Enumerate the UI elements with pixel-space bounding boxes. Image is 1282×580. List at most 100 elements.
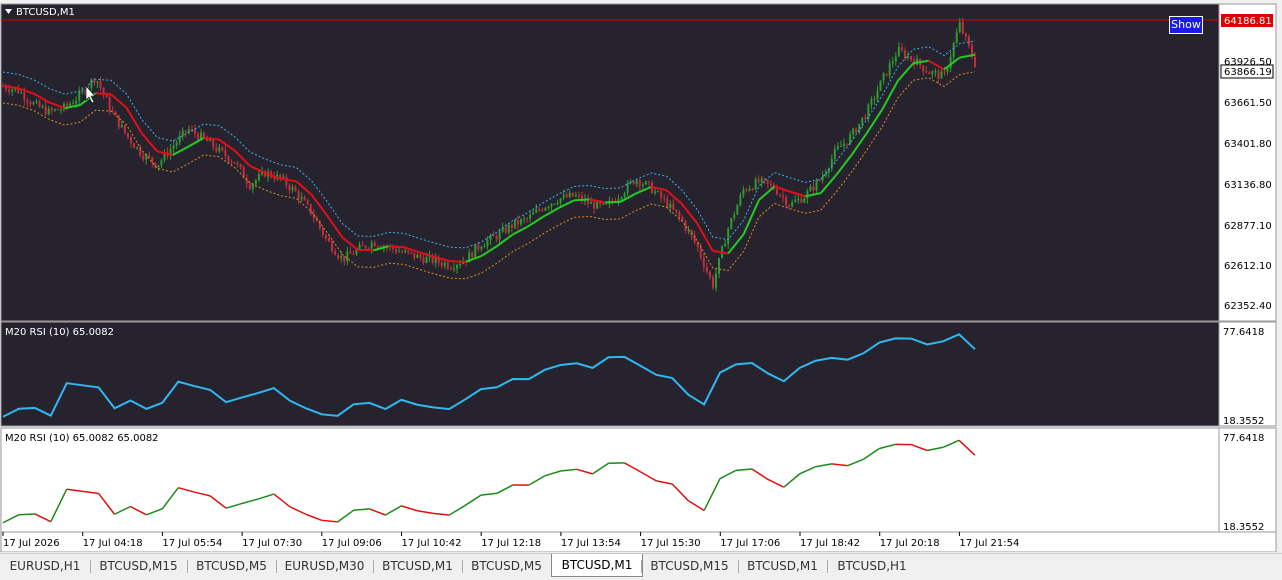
candle-body (959, 22, 961, 32)
time-label: 17 Jul 10:42 (402, 538, 462, 549)
candle-body (227, 156, 229, 161)
candle-body (660, 191, 662, 198)
candle-body (194, 129, 196, 134)
candle-body (474, 245, 476, 257)
candle-body (736, 205, 738, 214)
candle-body (803, 199, 805, 203)
candle-body (36, 101, 38, 102)
candle-body (209, 140, 211, 142)
rsi-panel-2[interactable] (1, 428, 1219, 532)
candle-body (337, 255, 339, 258)
candle-body (554, 204, 556, 205)
tab-btcusd-m15[interactable]: BTCUSD,M15 (641, 556, 738, 576)
time-label: 17 Jul 04:18 (83, 538, 143, 549)
candle-body (39, 101, 41, 107)
chart-area[interactable]: BTCUSD,M1 64186.81 63926.50 63866.19 636… (0, 0, 1282, 552)
candle-body (130, 137, 132, 143)
candle-body (447, 263, 449, 269)
candle-body (901, 47, 903, 50)
candle-body (401, 251, 403, 252)
candle-body (523, 218, 525, 219)
candle-body (755, 179, 757, 189)
tab-btcusd-m1[interactable]: BTCUSD,M1 (551, 554, 643, 577)
rsi-panel-1[interactable] (1, 322, 1219, 426)
candle-body (703, 257, 705, 266)
candle-body (322, 228, 324, 235)
candle-body (657, 191, 659, 192)
candle-body (203, 132, 205, 137)
candle-body (371, 243, 373, 249)
candle-body (910, 56, 912, 60)
candle-body (852, 129, 854, 135)
candle-body (855, 129, 857, 133)
candle-body (325, 235, 327, 238)
tab-btcusd-m5[interactable]: BTCUSD,M5 (187, 556, 276, 576)
candle-body (416, 255, 418, 258)
candle-body (496, 236, 498, 239)
candle-body (29, 102, 31, 104)
candle-body (947, 68, 949, 72)
tab-eurusd-h1[interactable]: EURUSD,H1 (0, 556, 90, 576)
time-label: 17 Jul 05:54 (162, 538, 222, 549)
candle-body (78, 92, 80, 101)
candle-body (928, 72, 930, 74)
rsi-1-min-label: 18.3552 (1223, 416, 1264, 427)
candle-body (176, 143, 178, 146)
main-price-axis (1219, 4, 1276, 321)
chart-svg[interactable]: BTCUSD,M1 64186.81 63926.50 63866.19 636… (0, 0, 1282, 552)
candle-body (520, 219, 522, 224)
candle-body (937, 71, 939, 78)
candle-body (291, 187, 293, 190)
candle-body (310, 204, 312, 214)
candle-body (529, 215, 531, 219)
candle-body (255, 180, 257, 184)
candle-body (298, 191, 300, 199)
candle-body (560, 198, 562, 203)
tab-btcusd-h1[interactable]: BTCUSD,H1 (827, 556, 917, 576)
candle-body (837, 146, 839, 149)
tab-eurusd-m30[interactable]: EURUSD,M30 (276, 556, 373, 576)
candle-body (422, 258, 424, 263)
rsi-1-title: M20 RSI (10) 65.0082 (5, 327, 114, 338)
tab-btcusd-m1[interactable]: BTCUSD,M1 (738, 556, 827, 576)
candle-body (566, 195, 568, 198)
symbol-tab-bar: EURUSD,H1BTCUSD,M15BTCUSD,M5EURUSD,M30BT… (0, 553, 1282, 580)
candle-body (834, 149, 836, 159)
price-label: 63401.80 (1224, 139, 1272, 150)
candle-body (816, 180, 818, 190)
candle-body (441, 263, 443, 266)
candle-body (42, 106, 44, 107)
candle-body (742, 190, 744, 196)
candle-body (925, 71, 927, 72)
candle-body (602, 204, 604, 205)
time-label: 17 Jul 18:42 (800, 538, 860, 549)
candle-body (459, 264, 461, 265)
candle-body (517, 220, 519, 225)
candle-body (557, 203, 559, 204)
candle-body (395, 249, 397, 252)
candle-body (639, 180, 641, 185)
candle-body (100, 81, 102, 88)
candle-body (456, 265, 458, 268)
candle-body (182, 131, 184, 136)
show-button[interactable]: Show (1169, 16, 1203, 34)
candle-body (672, 204, 674, 210)
rsi-2-title: M20 RSI (10) 65.0082 65.0082 (5, 433, 159, 444)
tab-btcusd-m1[interactable]: BTCUSD,M1 (373, 556, 462, 576)
candle-body (526, 218, 528, 219)
candle-body (54, 109, 56, 110)
time-label: 17 Jul 07:30 (242, 538, 302, 549)
candle-body (840, 146, 842, 147)
ma-segment (605, 202, 620, 203)
candle-body (121, 125, 123, 127)
tab-btcusd-m5[interactable]: BTCUSD,M5 (462, 556, 551, 576)
candle-body (965, 33, 967, 36)
candle-body (654, 191, 656, 193)
candle-body (800, 199, 802, 203)
candle-body (69, 104, 71, 106)
main-chart-panel[interactable] (1, 4, 1219, 321)
candle-body (413, 253, 415, 258)
candle-body (377, 246, 379, 247)
candle-body (898, 47, 900, 56)
tab-btcusd-m15[interactable]: BTCUSD,M15 (90, 556, 187, 576)
